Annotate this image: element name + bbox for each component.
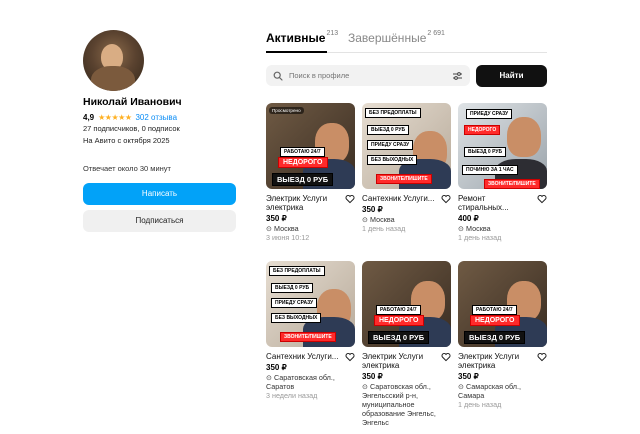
listing-card[interactable]: Просмотрено РАБОТАЮ 24/7 НЕДОРОГО ВЫЕЗД …: [266, 103, 355, 242]
ad-label: РАБОТАЮ 24/7: [472, 305, 517, 315]
listing-price: 400 ₽: [458, 214, 479, 223]
subscribe-button[interactable]: Подписаться: [83, 210, 236, 232]
location-pin-icon: ⊙: [266, 224, 275, 233]
write-button[interactable]: Написать: [83, 183, 236, 205]
profile-panel: Николай Иванович 4,9 ★★★★★ 302 отзыва 27…: [83, 30, 237, 232]
ad-label: ПРИЕДУ СРАЗУ: [367, 140, 414, 150]
ad-label: ВЫЕЗД 0 РУБ: [464, 147, 507, 157]
listing-title[interactable]: Сантехник Услуги...: [362, 194, 434, 203]
listing-title[interactable]: Ремонт стиральных...: [458, 194, 509, 212]
listing-date: 1 день назад: [458, 233, 502, 242]
listing-title[interactable]: Электрик Услуги электрика: [362, 352, 423, 370]
listing-price: 350 ₽: [266, 214, 287, 223]
heart-icon[interactable]: [345, 352, 355, 362]
location-pin-icon: ⊙: [458, 382, 467, 391]
tab-active-count: 213: [326, 30, 339, 37]
location-pin-icon: ⊙: [458, 224, 467, 233]
listing-date: 3 июня 10:12: [266, 233, 310, 242]
tab-completed[interactable]: Завершённые2 691: [348, 30, 445, 46]
location-pin-icon: ⊙: [362, 382, 371, 391]
reviews-link[interactable]: 302 отзыва: [135, 113, 177, 122]
ad-label: ЗВОНИТЕ/ПИШИТЕ: [280, 332, 336, 342]
ad-label: ПОЧИНЮ ЗА 1 ЧАС: [462, 165, 518, 175]
ad-label: РАБОТАЮ 24/7: [376, 305, 421, 315]
filter-icon[interactable]: [452, 71, 463, 81]
listing-card[interactable]: БЕЗ ПРЕДОПЛАТЫ ВЫЕЗД 0 РУБ ПРИЕДУ СРАЗУ …: [266, 261, 355, 400]
listing-card[interactable]: РАБОТАЮ 24/7 НЕДОРОГО ВЫЕЗД 0 РУБ Электр…: [458, 261, 547, 409]
listing-price: 350 ₽: [458, 372, 479, 381]
listing-location: Саратовская обл., Энгельсский р-н, муниц…: [362, 382, 436, 427]
tab-completed-count: 2 691: [427, 30, 445, 37]
heart-icon[interactable]: [537, 352, 547, 362]
ad-label: БЕЗ ПРЕДОПЛАТЫ: [269, 266, 325, 276]
tab-active[interactable]: Активные213: [266, 30, 338, 46]
tab-active-underline: [266, 51, 327, 53]
listing-date: 1 день назад: [362, 224, 406, 233]
ad-label: НЕДОРОГО: [374, 315, 424, 326]
listing-image[interactable]: Просмотрено РАБОТАЮ 24/7 НЕДОРОГО ВЫЕЗД …: [266, 103, 355, 189]
listing-price: 350 ₽: [266, 363, 287, 372]
profile-name: Николай Иванович: [83, 96, 182, 108]
listing-location: Москва: [274, 224, 299, 233]
listing-card[interactable]: ПРИЕДУ СРАЗУ НЕДОРОГО ВЫЕЗД 0 РУБ ПОЧИНЮ…: [458, 103, 547, 242]
ad-label: ВЫЕЗД 0 РУБ: [271, 283, 314, 293]
tab-active-label: Активные: [266, 31, 326, 45]
tab-completed-label: Завершённые: [348, 31, 427, 45]
listing-image[interactable]: БЕЗ ПРЕДОПЛАТЫ ВЫЕЗД 0 РУБ ПРИЕДУ СРАЗУ …: [362, 103, 451, 189]
listing-image[interactable]: БЕЗ ПРЕДОПЛАТЫ ВЫЕЗД 0 РУБ ПРИЕДУ СРАЗУ …: [266, 261, 355, 347]
search-input[interactable]: [289, 71, 452, 80]
find-button[interactable]: Найти: [476, 65, 547, 87]
listing-date: 1 день назад: [458, 400, 502, 409]
listing-title[interactable]: Электрик Услуги электрика: [458, 352, 519, 370]
viewed-badge: Просмотрено: [269, 107, 304, 114]
heart-icon[interactable]: [537, 194, 547, 204]
heart-icon[interactable]: [345, 194, 355, 204]
ad-label: ЗВОНИТЕ/ПИШИТЕ: [376, 174, 432, 184]
listing-title[interactable]: Электрик Услуги электрика: [266, 194, 327, 212]
ad-label: ПРИЕДУ СРАЗУ: [466, 109, 513, 119]
ad-label: ВЫЕЗД 0 РУБ: [368, 331, 430, 344]
location-pin-icon: ⊙: [266, 373, 275, 382]
rating-value: 4,9: [83, 112, 95, 122]
listing-image[interactable]: ПРИЕДУ СРАЗУ НЕДОРОГО ВЫЕЗД 0 РУБ ПОЧИНЮ…: [458, 103, 547, 189]
ad-label: ВЫЕЗД 0 РУБ: [464, 331, 526, 344]
listing-location: Москва: [466, 224, 491, 233]
location-pin-icon: ⊙: [362, 215, 371, 224]
ad-label: НЕДОРОГО: [470, 315, 520, 326]
listing-date: 3 недели назад: [266, 391, 318, 400]
ad-label: БЕЗ ВЫХОДНЫХ: [367, 155, 418, 165]
profile-search-bar: [266, 65, 470, 86]
listing-card[interactable]: БЕЗ ПРЕДОПЛАТЫ ВЫЕЗД 0 РУБ ПРИЕДУ СРАЗУ …: [362, 103, 451, 233]
avatar[interactable]: [83, 30, 144, 91]
ad-label: БЕЗ ПРЕДОПЛАТЫ: [365, 108, 421, 118]
star-icon: ★★★★★: [98, 112, 132, 122]
member-since-text: На Авито с октября 2025: [83, 136, 170, 145]
ad-label: НЕДОРОГО: [464, 125, 501, 135]
heart-icon[interactable]: [441, 194, 451, 204]
listing-location: Самарская обл., Самара: [458, 382, 521, 400]
listing-image[interactable]: РАБОТАЮ 24/7 НЕДОРОГО ВЫЕЗД 0 РУБ: [458, 261, 547, 347]
listing-title[interactable]: Сантехник Услуги...: [266, 352, 338, 361]
ad-label: ПРИЕДУ СРАЗУ: [271, 298, 318, 308]
ad-label: РАБОТАЮ 24/7: [280, 147, 325, 157]
reply-time-text: Отвечает около 30 минут: [83, 164, 171, 173]
listing-card[interactable]: РАБОТАЮ 24/7 НЕДОРОГО ВЫЕЗД 0 РУБ Электр…: [362, 261, 451, 427]
listing-tabs: Активные213 Завершённые2 691: [266, 30, 547, 53]
ad-label: ЗВОНИТЕ/ПИШИТЕ: [484, 179, 540, 189]
ad-label: НЕДОРОГО: [278, 157, 328, 168]
ad-label: ВЫЕЗД 0 РУБ: [272, 173, 334, 186]
listing-location: Саратовская обл., Саратов: [266, 373, 335, 391]
listing-price: 350 ₽: [362, 372, 383, 381]
listing-price: 350 ₽: [362, 205, 383, 214]
ad-label: ВЫЕЗД 0 РУБ: [367, 125, 410, 135]
subscribers-text: 27 подписчиков, 0 подписок: [83, 124, 180, 133]
rating-row: 4,9 ★★★★★ 302 отзыва: [83, 111, 237, 123]
ad-label: БЕЗ ВЫХОДНЫХ: [271, 313, 322, 323]
listing-image[interactable]: РАБОТАЮ 24/7 НЕДОРОГО ВЫЕЗД 0 РУБ: [362, 261, 451, 347]
search-icon: [273, 71, 283, 81]
listing-location: Москва: [370, 215, 395, 224]
heart-icon[interactable]: [441, 352, 451, 362]
